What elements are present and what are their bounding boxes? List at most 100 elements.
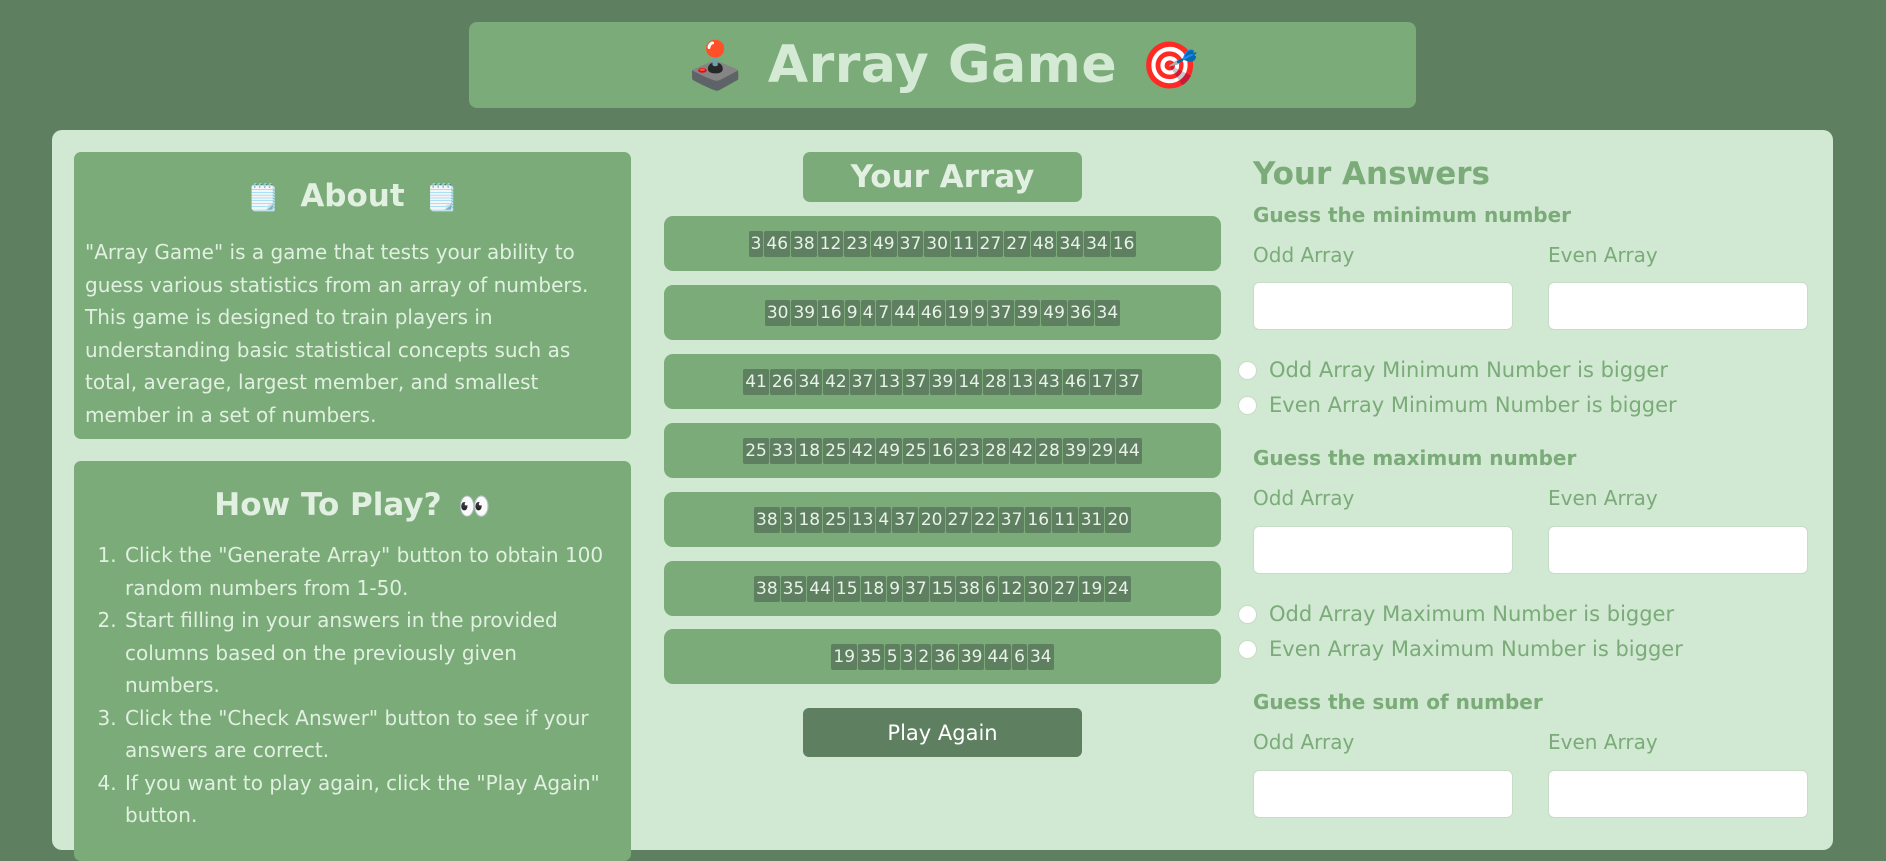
array-number: 42 xyxy=(1009,437,1036,464)
array-number: 37 xyxy=(987,299,1014,326)
min-even-radio[interactable]: Even Array Minimum Number is bigger xyxy=(1238,393,1677,417)
notepad-icon: 🗒️ xyxy=(425,183,458,213)
array-number: 27 xyxy=(1052,575,1078,602)
array-number: 37 xyxy=(849,368,876,395)
array-number: 38 xyxy=(956,575,982,602)
array-number: 4 xyxy=(876,506,892,533)
min-question: Guess the minimum number xyxy=(1253,203,1572,227)
array-number: 34 xyxy=(1027,643,1054,670)
min-even-input[interactable] xyxy=(1548,282,1808,330)
array-number: 39 xyxy=(929,368,956,395)
radio-circle[interactable] xyxy=(1238,604,1257,624)
array-number: 25 xyxy=(743,437,769,464)
min-even-radio-label: Even Array Minimum Number is bigger xyxy=(1269,393,1677,417)
min-odd-radio[interactable]: Odd Array Minimum Number is bigger xyxy=(1238,358,1668,382)
array-number: 38 xyxy=(754,506,780,533)
min-even-label: Even Array xyxy=(1548,243,1658,267)
array-number: 44 xyxy=(807,575,833,602)
max-odd-radio[interactable]: Odd Array Maximum Number is bigger xyxy=(1238,602,1674,626)
array-number: 5 xyxy=(884,643,900,670)
array-number: 33 xyxy=(769,437,796,464)
array-row: 3 46 38 12 23 49 37 30 11 27 27 48 34 34 16 xyxy=(664,216,1221,271)
array-number: 15 xyxy=(833,575,860,602)
array-number: 38 xyxy=(754,575,780,602)
array-number: 46 xyxy=(764,230,791,257)
array-number: 19 xyxy=(945,299,972,326)
array-number: 25 xyxy=(903,437,929,464)
max-odd-radio-label: Odd Array Maximum Number is bigger xyxy=(1269,602,1675,626)
array-number: 42 xyxy=(849,437,876,464)
how-to-play-steps: Click the "Generate Array" button to obt… xyxy=(74,539,617,832)
array-number: 3 xyxy=(748,230,764,257)
array-number: 9 xyxy=(844,299,860,326)
array-number: 19 xyxy=(831,643,858,670)
array-number: 23 xyxy=(844,230,870,257)
array-number: 18 xyxy=(860,575,887,602)
array-number: 28 xyxy=(1036,437,1062,464)
array-number: 37 xyxy=(903,575,929,602)
array-number: 4 xyxy=(860,299,876,326)
about-card: 🗒️ About 🗒️ "Array Game" is a game that … xyxy=(74,152,631,439)
array-number: 2 xyxy=(916,643,932,670)
array-row: 38 35 44 15 18 9 37 15 38 6 12 30 27 19 24 xyxy=(664,561,1221,616)
array-number: 35 xyxy=(858,643,884,670)
max-odd-input[interactable] xyxy=(1253,526,1513,574)
radio-circle[interactable] xyxy=(1238,360,1257,380)
about-title: About xyxy=(300,178,405,214)
array-number: 48 xyxy=(1030,230,1057,257)
array-number: 41 xyxy=(743,368,769,395)
array-number: 34 xyxy=(1057,230,1084,257)
array-number: 43 xyxy=(1036,368,1062,395)
array-number: 35 xyxy=(780,575,807,602)
sum-odd-input[interactable] xyxy=(1253,770,1513,818)
array-number: 15 xyxy=(929,575,956,602)
array-number: 44 xyxy=(985,643,1012,670)
eyes-icon: 👀 xyxy=(458,492,491,522)
array-row: 30 39 16 9 4 7 44 46 19 9 37 39 49 36 34 xyxy=(664,285,1221,340)
array-number: 38 xyxy=(791,230,817,257)
array-number: 37 xyxy=(1116,368,1142,395)
array-number: 18 xyxy=(796,506,823,533)
array-number: 36 xyxy=(932,643,958,670)
array-number: 36 xyxy=(1067,299,1094,326)
max-even-input[interactable] xyxy=(1548,526,1808,574)
array-number: 19 xyxy=(1078,575,1105,602)
array-number: 44 xyxy=(1116,437,1142,464)
array-number: 39 xyxy=(1014,299,1041,326)
sum-even-input[interactable] xyxy=(1548,770,1808,818)
target-icon: 🎯 xyxy=(1141,37,1199,92)
play-again-button[interactable]: Play Again xyxy=(803,708,1082,757)
array-row: 19 35 5 3 2 36 39 44 6 34 xyxy=(664,629,1221,684)
array-number: 13 xyxy=(876,368,903,395)
array-row: 41 26 34 42 37 13 37 39 14 28 13 43 46 17 37 xyxy=(664,354,1221,409)
array-number: 22 xyxy=(972,506,998,533)
array-number: 17 xyxy=(1089,368,1116,395)
array-number: 39 xyxy=(1062,437,1089,464)
array-number: 37 xyxy=(903,368,929,395)
sum-question: Guess the sum of number xyxy=(1253,690,1543,714)
array-number: 30 xyxy=(1025,575,1052,602)
radio-circle[interactable] xyxy=(1238,395,1257,415)
answers-heading: Your Answers xyxy=(1253,156,1490,192)
about-heading: 🗒️ About 🗒️ xyxy=(74,152,631,214)
max-question: Guess the maximum number xyxy=(1253,446,1577,470)
array-number: 3 xyxy=(900,643,916,670)
how-to-play-title: How To Play? xyxy=(214,487,442,523)
max-even-radio-label: Even Array Maximum Number is bigger xyxy=(1269,637,1683,661)
sum-odd-label: Odd Array xyxy=(1253,730,1355,754)
array-number: 13 xyxy=(849,506,876,533)
array-number: 6 xyxy=(982,575,998,602)
array-number: 26 xyxy=(769,368,796,395)
min-odd-input[interactable] xyxy=(1253,282,1513,330)
array-number: 34 xyxy=(1094,299,1121,326)
array-number: 6 xyxy=(1012,643,1027,670)
max-even-radio[interactable]: Even Array Maximum Number is bigger xyxy=(1238,637,1683,661)
max-odd-label: Odd Array xyxy=(1253,486,1355,510)
radio-circle[interactable] xyxy=(1238,639,1257,659)
how-to-play-heading: How To Play? 👀 xyxy=(74,461,631,523)
joystick-icon: 🕹️ xyxy=(686,37,744,92)
array-number: 39 xyxy=(791,299,818,326)
array-number: 24 xyxy=(1105,575,1131,602)
array-number: 11 xyxy=(950,230,977,257)
array-number: 16 xyxy=(929,437,956,464)
